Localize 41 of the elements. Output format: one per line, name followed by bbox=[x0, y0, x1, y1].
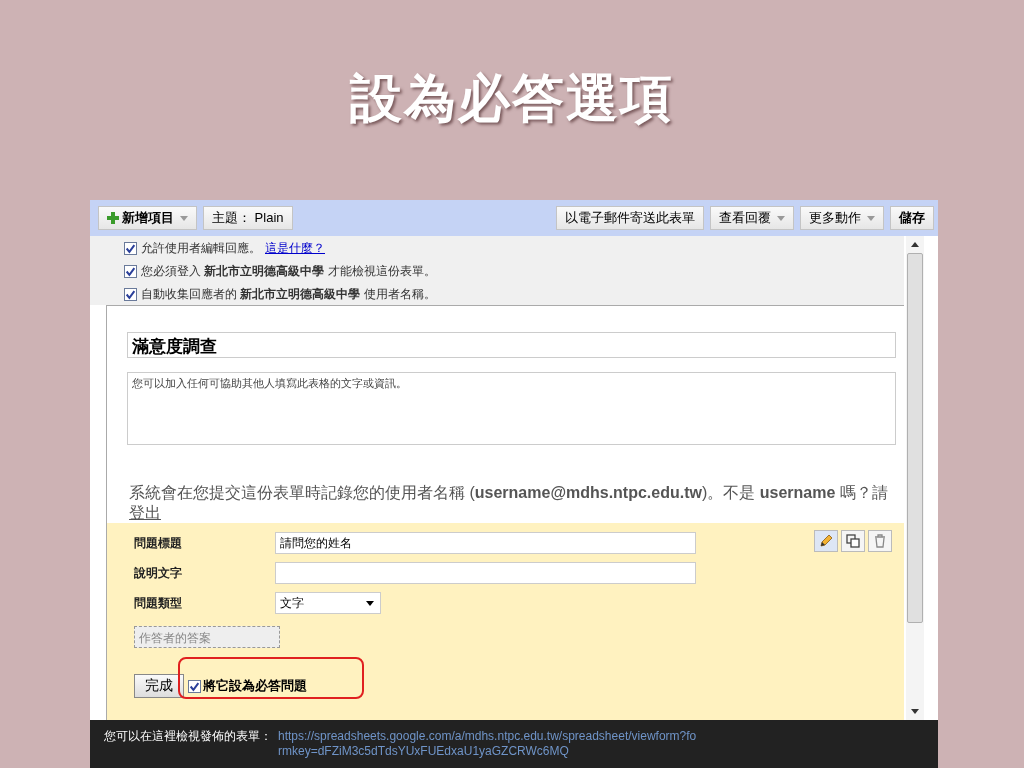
checkbox[interactable] bbox=[124, 288, 137, 301]
setting-label: 自動收集回應者的 新北市立明德高級中學 使用者名稱。 bbox=[141, 286, 436, 303]
form-link[interactable]: https://spreadsheets.google.com/a/mdhs.ntpc.edu.tw/spreadsheet/viewform?formkey=dFZiM3c5dTdsYUxFUEdxaU1yaGZCRWc6MQ bbox=[278, 729, 698, 759]
setting-label: 您必須登入 新北市立明德高級中學 才能檢視這份表單。 bbox=[141, 263, 436, 280]
input-field[interactable] bbox=[275, 562, 696, 584]
toolbar-button[interactable]: 主題： Plain bbox=[203, 206, 293, 230]
toolbar-button[interactable]: 更多動作 bbox=[800, 206, 884, 230]
caret-icon bbox=[366, 600, 374, 606]
logout-link[interactable]: 登出 bbox=[129, 504, 161, 521]
description-field[interactable]: 您可以加入任何可協助其他人填寫此表格的文字或資訊。 bbox=[127, 372, 896, 445]
checkbox[interactable] bbox=[124, 265, 137, 278]
field-label: 問題標題 bbox=[134, 534, 183, 552]
form-title-field[interactable]: 滿意度調查 bbox=[127, 332, 896, 358]
checkbox[interactable] bbox=[124, 242, 137, 255]
field-label: 問題類型 bbox=[134, 594, 183, 612]
scroll-down-icon[interactable] bbox=[911, 709, 919, 714]
duplicate-icon bbox=[845, 533, 861, 549]
type-dropdown[interactable]: 文字 bbox=[275, 592, 381, 614]
toolbar-button[interactable]: 新增項目 bbox=[98, 206, 197, 230]
toolbar-button[interactable]: 以電子郵件寄送此表單 bbox=[556, 206, 704, 230]
scroll-up-icon[interactable] bbox=[911, 242, 919, 247]
required-label: 將它設為必答問題 bbox=[203, 677, 307, 695]
toolbar-button[interactable]: 儲存 bbox=[890, 206, 934, 230]
help-link[interactable]: 這是什麼？ bbox=[265, 240, 325, 257]
username-notice: 系統會在您提交這份表單時記錄您的使用者名稱 (username@mdhs.ntpc.edu.tw)。不是 username 嗎？請 登出 bbox=[129, 483, 889, 523]
plus-icon bbox=[107, 212, 119, 224]
done-button[interactable]: 完成 bbox=[134, 674, 184, 698]
scrollbar[interactable] bbox=[906, 236, 924, 720]
trash-icon bbox=[872, 533, 888, 549]
pencil-icon bbox=[818, 533, 834, 549]
field-label: 說明文字 bbox=[134, 564, 183, 582]
duplicate-button[interactable] bbox=[841, 530, 865, 552]
input-field[interactable]: 請問您的姓名 bbox=[275, 532, 696, 554]
slide-title: 設為必答選項 bbox=[350, 68, 674, 129]
edit-button[interactable] bbox=[814, 530, 838, 552]
footer-label: 您可以在這裡檢視發佈的表單： bbox=[104, 729, 272, 744]
answer-field: 作答者的答案 bbox=[134, 626, 280, 648]
delete-button[interactable] bbox=[868, 530, 892, 552]
setting-label: 允許使用者編輯回應。 bbox=[141, 240, 261, 257]
toolbar-button[interactable]: 查看回覆 bbox=[710, 206, 794, 230]
checkbox[interactable] bbox=[188, 679, 201, 693]
